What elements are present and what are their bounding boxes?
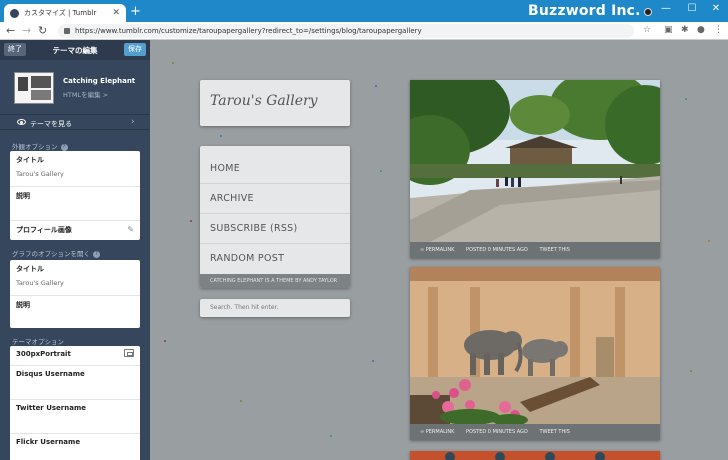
appearance-head-label: 外観オプション	[12, 143, 58, 151]
partial-photo-image	[410, 451, 660, 460]
editor-header: 終了 テーマの編集 保存	[0, 40, 150, 60]
blog-title[interactable]: Tarou's Gallery	[210, 93, 318, 109]
blog-search-input[interactable]: Search. Then hit enter.	[200, 299, 350, 317]
posted-time: POSTED 0 MINUTES AGO	[466, 247, 528, 253]
flickr-field[interactable]: Flickr Username	[10, 434, 140, 460]
group-head-label: グラフのオプションを開く	[12, 250, 90, 258]
permalink-link[interactable]: ∞ PERMALINK	[420, 247, 454, 253]
view-theme-label: テーマを見る	[30, 120, 72, 128]
browser-titlebar: カスタマイズ | Tumblr ✕ + Buzzword Inc. — ☐ ✕	[0, 0, 728, 22]
profile-image-field[interactable]: プロフィール画像 ✎	[10, 221, 140, 240]
theme-options-head: テーマオプション	[12, 338, 64, 346]
post-photo-park[interactable]	[410, 80, 660, 242]
field-value: Tarou's Gallery	[16, 170, 64, 178]
minimize-icon[interactable]: —	[658, 3, 674, 14]
theme-editor-sidebar: 終了 テーマの編集 保存 Catching Elephant HTMLを編集 >…	[0, 40, 150, 460]
field-label: Twitter Username	[16, 404, 86, 412]
account-icon[interactable]: ●	[697, 25, 705, 35]
nav-subscribe[interactable]: SUBSCRIBE (RSS)	[200, 213, 350, 243]
extension-icon[interactable]: ▣	[664, 25, 673, 35]
tab-title: カスタマイズ | Tumblr	[24, 9, 97, 17]
maximize-icon[interactable]: ☐	[684, 3, 700, 14]
nav-random-post[interactable]: RANDOM POST	[200, 243, 350, 273]
description-field[interactable]: 説明	[10, 187, 140, 221]
bookmark-star-icon[interactable]: ☆	[643, 25, 651, 35]
watermark: Buzzword Inc.	[528, 3, 641, 19]
post-photo-elephants[interactable]	[410, 267, 660, 424]
field-label: 300pxPortrait	[16, 350, 71, 358]
tumblr-favicon-icon	[10, 8, 19, 18]
group-section-head: グラフのオプションを開く?	[12, 248, 100, 258]
disqus-field[interactable]: Disqus Username	[10, 366, 140, 400]
field-label: Flickr Username	[16, 438, 81, 446]
group-title-field[interactable]: タイトル Tarou's Gallery	[10, 260, 140, 296]
puzzle-icon[interactable]: ✱	[681, 25, 689, 35]
elephant-photo-image	[410, 267, 660, 424]
field-value: Tarou's Gallery	[16, 279, 64, 287]
edit-html-link[interactable]: HTMLを編集 >	[63, 89, 108, 99]
appearance-section-head: 外観オプション?	[12, 141, 68, 151]
post-card: ∞ PERMALINK POSTED 0 MINUTES AGO TWEET T…	[410, 80, 660, 258]
park-photo-image	[410, 80, 660, 242]
eye-icon	[17, 119, 26, 125]
blog-nav: HOME ARCHIVE SUBSCRIBE (RSS) RANDOM POST…	[200, 146, 350, 288]
post-meta: ∞ PERMALINK POSTED 0 MINUTES AGO TWEET T…	[410, 424, 660, 440]
back-icon[interactable]: ←	[6, 24, 15, 37]
posted-time: POSTED 0 MINUTES AGO	[466, 429, 528, 435]
save-button[interactable]: 保存	[124, 43, 146, 56]
post-meta: ∞ PERMALINK POSTED 0 MINUTES AGO TWEET T…	[410, 242, 660, 258]
post-card: ∞ PERMALINK POSTED 0 MINUTES AGO TWEET T…	[410, 267, 660, 440]
current-theme: Catching Elephant HTMLを編集 >	[0, 68, 150, 110]
forward-icon[interactable]: →	[22, 24, 31, 37]
title-field[interactable]: タイトル Tarou's Gallery	[10, 151, 140, 187]
portrait-option[interactable]: 300pxPortrait	[10, 346, 140, 366]
browser-tab[interactable]: カスタマイズ | Tumblr ✕	[4, 4, 126, 22]
field-label: プロフィール画像	[16, 226, 72, 234]
group-panel: タイトル Tarou's Gallery 説明	[10, 260, 140, 328]
appearance-panel: タイトル Tarou's Gallery 説明 プロフィール画像 ✎	[10, 151, 140, 240]
view-theme-row[interactable]: テーマを見る ›	[0, 114, 150, 130]
pencil-icon[interactable]: ✎	[127, 225, 134, 234]
field-label: タイトル	[16, 265, 44, 273]
browser-toolbar: ← → ↻ https://www.tumblr.com/customize/t…	[0, 22, 728, 40]
blog-preview: Tarou's Gallery HOME ARCHIVE SUBSCRIBE (…	[150, 40, 728, 460]
theme-credit[interactable]: CATCHING ELEPHANT IS A THEME BY ANDY TAY…	[200, 274, 350, 288]
image-upload-icon[interactable]	[124, 349, 134, 357]
field-label: 説明	[16, 192, 30, 200]
tweet-link[interactable]: TWEET THIS	[539, 247, 569, 253]
url-text: https://www.tumblr.com/customize/taroupa…	[75, 27, 422, 35]
tweet-link[interactable]: TWEET THIS	[539, 429, 569, 435]
blog-title-card: Tarou's Gallery	[200, 80, 350, 126]
window-close-icon[interactable]: ✕	[708, 3, 724, 14]
theme-thumbnail	[14, 72, 54, 104]
post-card-partial[interactable]	[410, 451, 660, 460]
address-bar[interactable]: https://www.tumblr.com/customize/taroupa…	[58, 24, 634, 38]
permalink-link[interactable]: ∞ PERMALINK	[420, 429, 454, 435]
nav-home[interactable]: HOME	[200, 154, 350, 184]
theme-options-panel: 300pxPortrait Disqus Username Twitter Us…	[10, 346, 140, 460]
twitter-field[interactable]: Twitter Username	[10, 400, 140, 434]
new-tab-button[interactable]: +	[130, 5, 141, 18]
reload-icon[interactable]: ↻	[38, 24, 47, 37]
field-label: タイトル	[16, 156, 44, 164]
field-label: Disqus Username	[16, 370, 85, 378]
group-description-field[interactable]: 説明	[10, 296, 140, 328]
lock-icon	[64, 28, 70, 34]
nav-archive[interactable]: ARCHIVE	[200, 183, 350, 213]
tab-close-icon[interactable]: ✕	[112, 8, 120, 18]
menu-icon[interactable]: ⋮	[714, 25, 723, 35]
help-icon[interactable]: ?	[93, 250, 100, 258]
field-label: 説明	[16, 301, 30, 309]
profile-icon[interactable]	[644, 8, 652, 16]
chevron-right-icon: ›	[131, 117, 135, 127]
help-icon[interactable]: ?	[60, 143, 68, 151]
theme-name: Catching Elephant	[63, 77, 136, 85]
